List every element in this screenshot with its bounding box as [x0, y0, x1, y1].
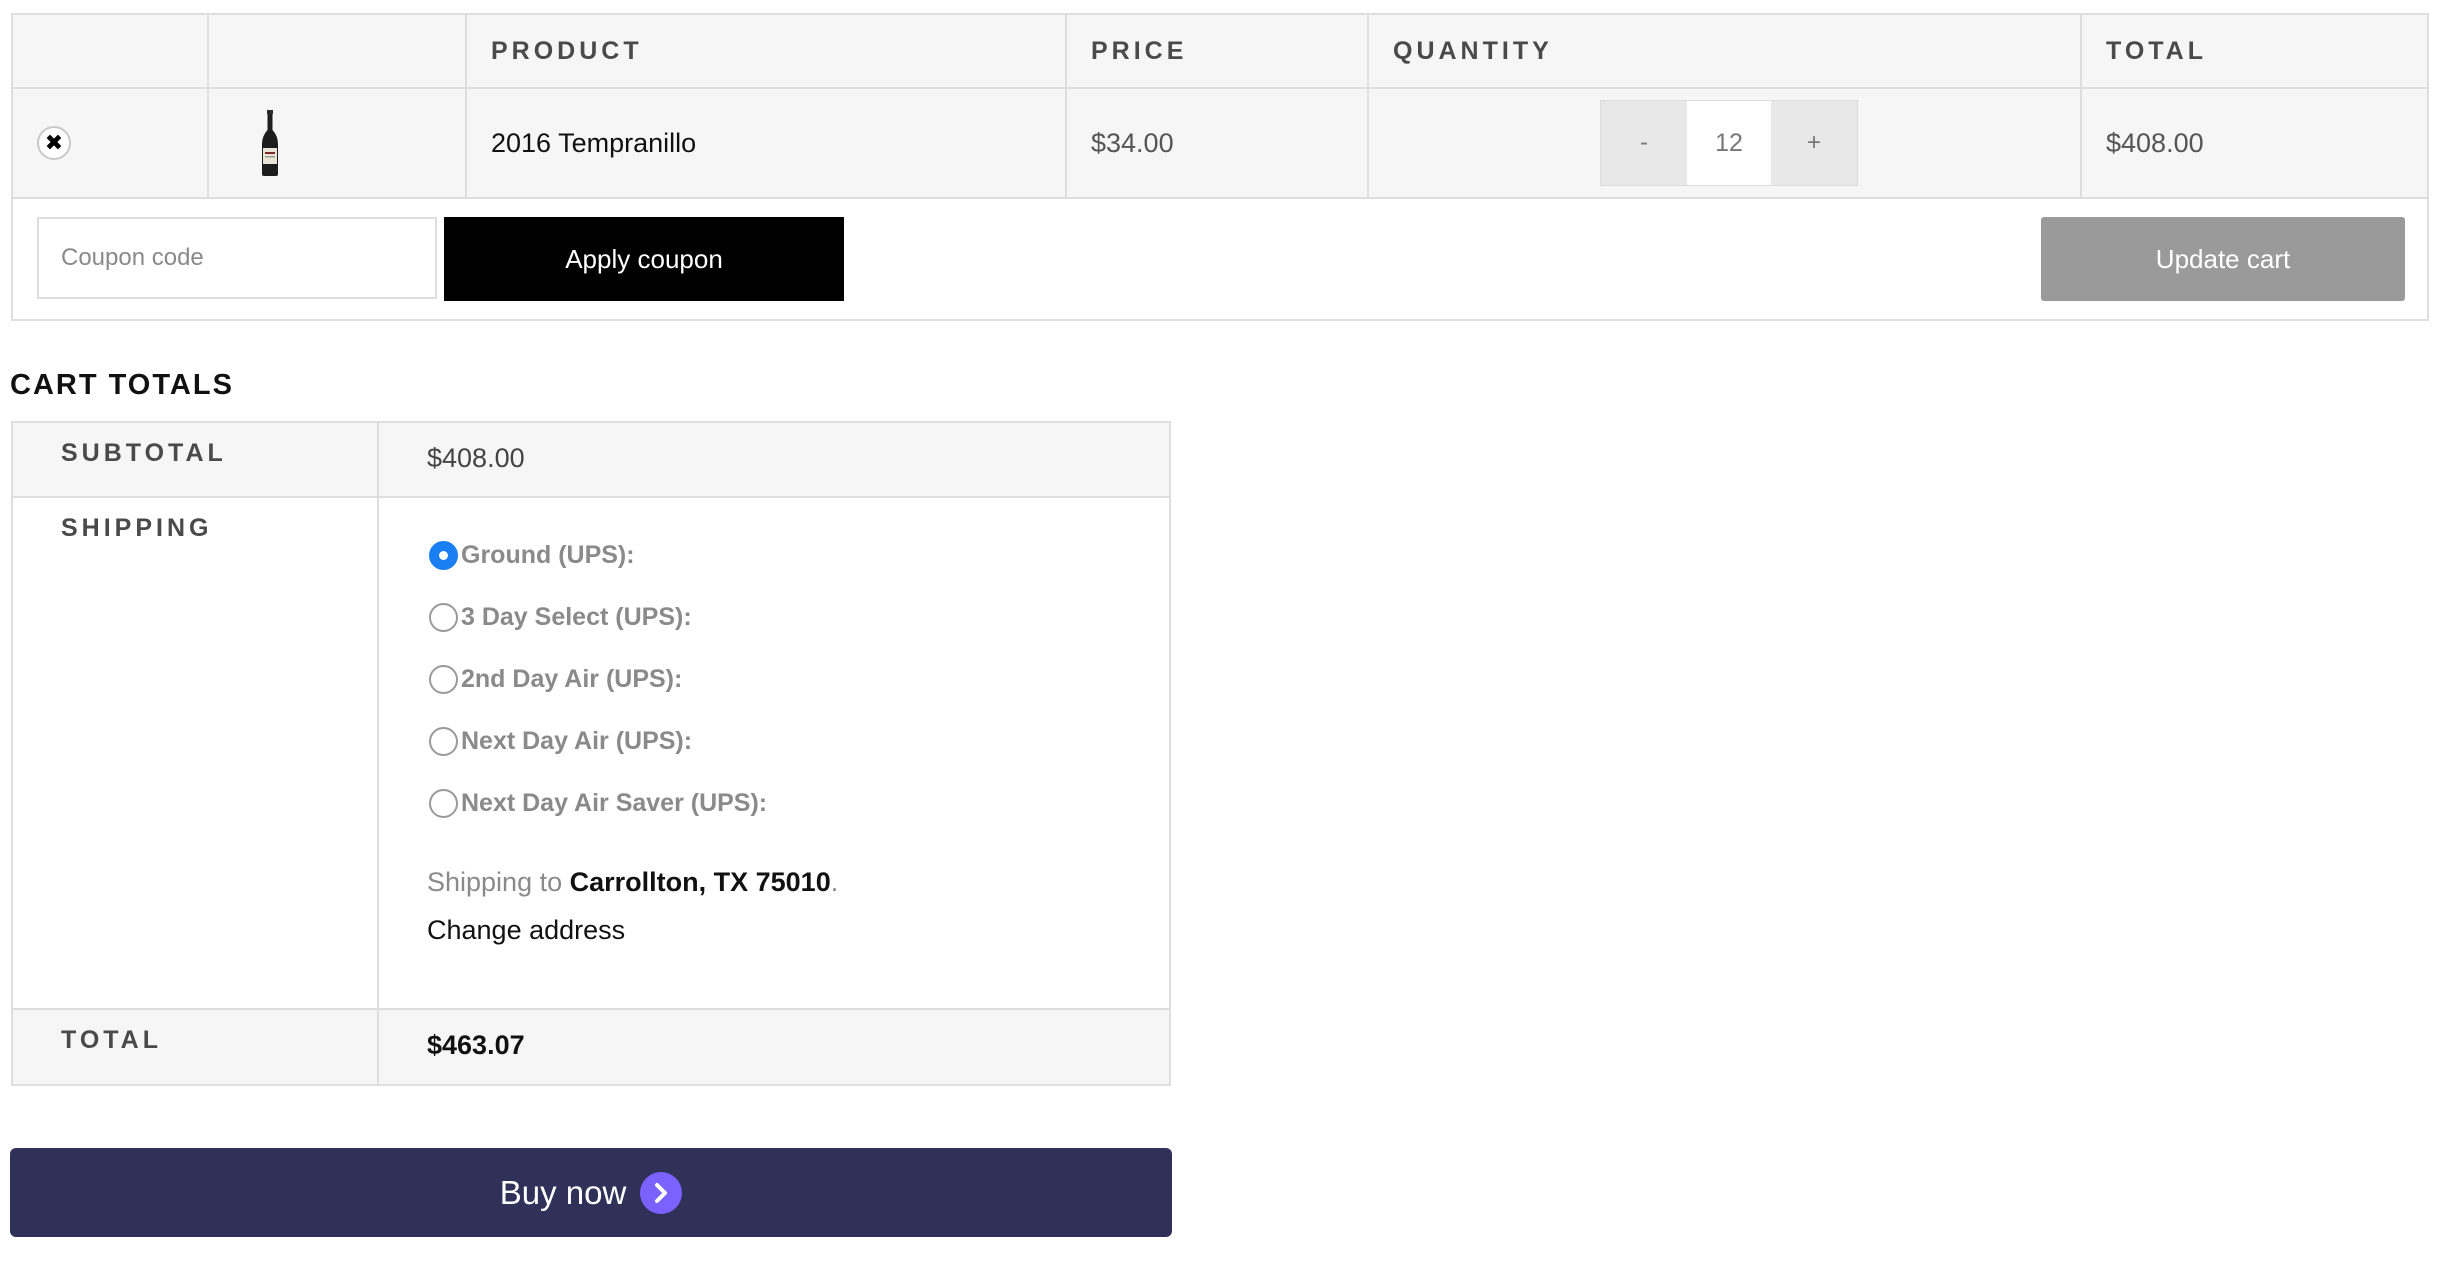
- change-address-link[interactable]: Change address: [427, 915, 625, 946]
- chevron-right-icon: [640, 1171, 683, 1214]
- cart-item-price-cell: $34.00: [1067, 89, 1369, 197]
- buy-now-label: Buy now: [499, 1173, 627, 1211]
- apply-coupon-button[interactable]: Apply coupon: [444, 217, 844, 301]
- shipping-option-label: Next Day Air Saver (UPS):: [461, 788, 768, 817]
- shipping-options-cell: Ground (UPS): 3 Day Select (UPS): 2nd Da…: [379, 498, 1169, 1008]
- wine-bottle-icon[interactable]: [258, 110, 282, 176]
- product-name[interactable]: 2016 Tempranillo: [491, 128, 696, 159]
- cart-table: PRODUCT PRICE QUANTITY TOTAL ✖ 2016 Temp…: [11, 13, 2429, 321]
- subtotal-label: SUBTOTAL: [13, 423, 379, 496]
- cart-item-row: ✖ 2016 Tempranillo $34.00 - 12 + $408.00: [13, 89, 2427, 199]
- cart-item-thumbnail-cell: [209, 89, 467, 197]
- shipping-option-label: 3 Day Select (UPS):: [461, 602, 692, 631]
- shipping-option-next-day-air-saver[interactable]: Next Day Air Saver (UPS):: [429, 772, 1169, 834]
- cart-item-quantity-cell: - +: [1369, 89, 2082, 197]
- shipping-row: SHIPPING Ground (UPS): 3 Day Select (UPS…: [13, 498, 1169, 1010]
- cart-item-total-cell: $408.00: [2082, 89, 2427, 197]
- quantity-input[interactable]: [1687, 101, 1771, 185]
- close-icon: ✖: [44, 130, 64, 155]
- product-price: $34.00: [1091, 127, 1174, 158]
- header-product: PRODUCT: [467, 15, 1067, 87]
- cart-totals-table: SUBTOTAL $408.00 SHIPPING Ground (UPS): …: [11, 421, 1171, 1086]
- subtotal-row: SUBTOTAL $408.00: [13, 423, 1169, 498]
- shipping-option-label: Ground (UPS):: [461, 540, 635, 569]
- cart-totals-heading: CART TOTALS: [10, 369, 234, 401]
- header-quantity-label: QUANTITY: [1393, 36, 1553, 65]
- header-remove: [13, 15, 209, 87]
- shipping-option-2nd-day-air[interactable]: 2nd Day Air (UPS):: [429, 648, 1169, 710]
- line-total: $408.00: [2106, 127, 2204, 158]
- shipping-option-next-day-air[interactable]: Next Day Air (UPS):: [429, 710, 1169, 772]
- shipping-method-list: Ground (UPS): 3 Day Select (UPS): 2nd Da…: [427, 498, 1169, 834]
- radio-button[interactable]: [429, 664, 458, 694]
- shipping-destination: Shipping to Carrollton, TX 75010.: [427, 867, 1169, 898]
- coupon-code-input[interactable]: [37, 217, 437, 299]
- header-price-label: PRICE: [1091, 36, 1188, 65]
- header-quantity: QUANTITY: [1369, 15, 2082, 87]
- shipping-option-label: Next Day Air (UPS):: [461, 726, 693, 755]
- shipping-option-ground[interactable]: Ground (UPS):: [429, 524, 1169, 586]
- cart-item-remove-cell: ✖: [13, 89, 209, 197]
- radio-button[interactable]: [429, 602, 458, 632]
- cart-item-product-cell: 2016 Tempranillo: [467, 89, 1067, 197]
- radio-button[interactable]: [429, 788, 458, 818]
- shipping-to-prefix: Shipping to: [427, 867, 563, 897]
- shipping-label: SHIPPING: [13, 498, 379, 1008]
- header-total: TOTAL: [2082, 15, 2427, 87]
- quantity-increment-button[interactable]: +: [1771, 101, 1857, 185]
- total-label: TOTAL: [13, 1010, 379, 1084]
- header-thumbnail: [209, 15, 467, 87]
- shipping-option-label: 2nd Day Air (UPS):: [461, 664, 683, 693]
- total-value: $463.07: [427, 1030, 525, 1060]
- cart-actions: Apply coupon Update cart: [13, 199, 2427, 319]
- subtotal-value: $408.00: [427, 443, 525, 473]
- header-price: PRICE: [1067, 15, 1369, 87]
- shipping-option-3-day-select[interactable]: 3 Day Select (UPS):: [429, 586, 1169, 648]
- buy-now-button[interactable]: Buy now: [10, 1148, 1172, 1237]
- quantity-decrement-button[interactable]: -: [1601, 101, 1687, 185]
- quantity-stepper: - +: [1600, 100, 1858, 186]
- update-cart-button[interactable]: Update cart: [2041, 217, 2405, 301]
- shipping-to-address: Carrollton, TX 75010: [569, 867, 831, 897]
- cart-page: PRODUCT PRICE QUANTITY TOTAL ✖ 2016 Temp…: [0, 0, 2440, 1266]
- header-product-label: PRODUCT: [491, 36, 643, 65]
- header-total-label: TOTAL: [2106, 36, 2208, 65]
- total-row: TOTAL $463.07: [13, 1010, 1169, 1084]
- cart-table-header: PRODUCT PRICE QUANTITY TOTAL: [13, 15, 2427, 89]
- remove-item-button[interactable]: ✖: [37, 126, 71, 160]
- radio-button-selected[interactable]: [429, 540, 458, 570]
- shipping-to-suffix: .: [830, 867, 839, 897]
- radio-button[interactable]: [429, 726, 458, 756]
